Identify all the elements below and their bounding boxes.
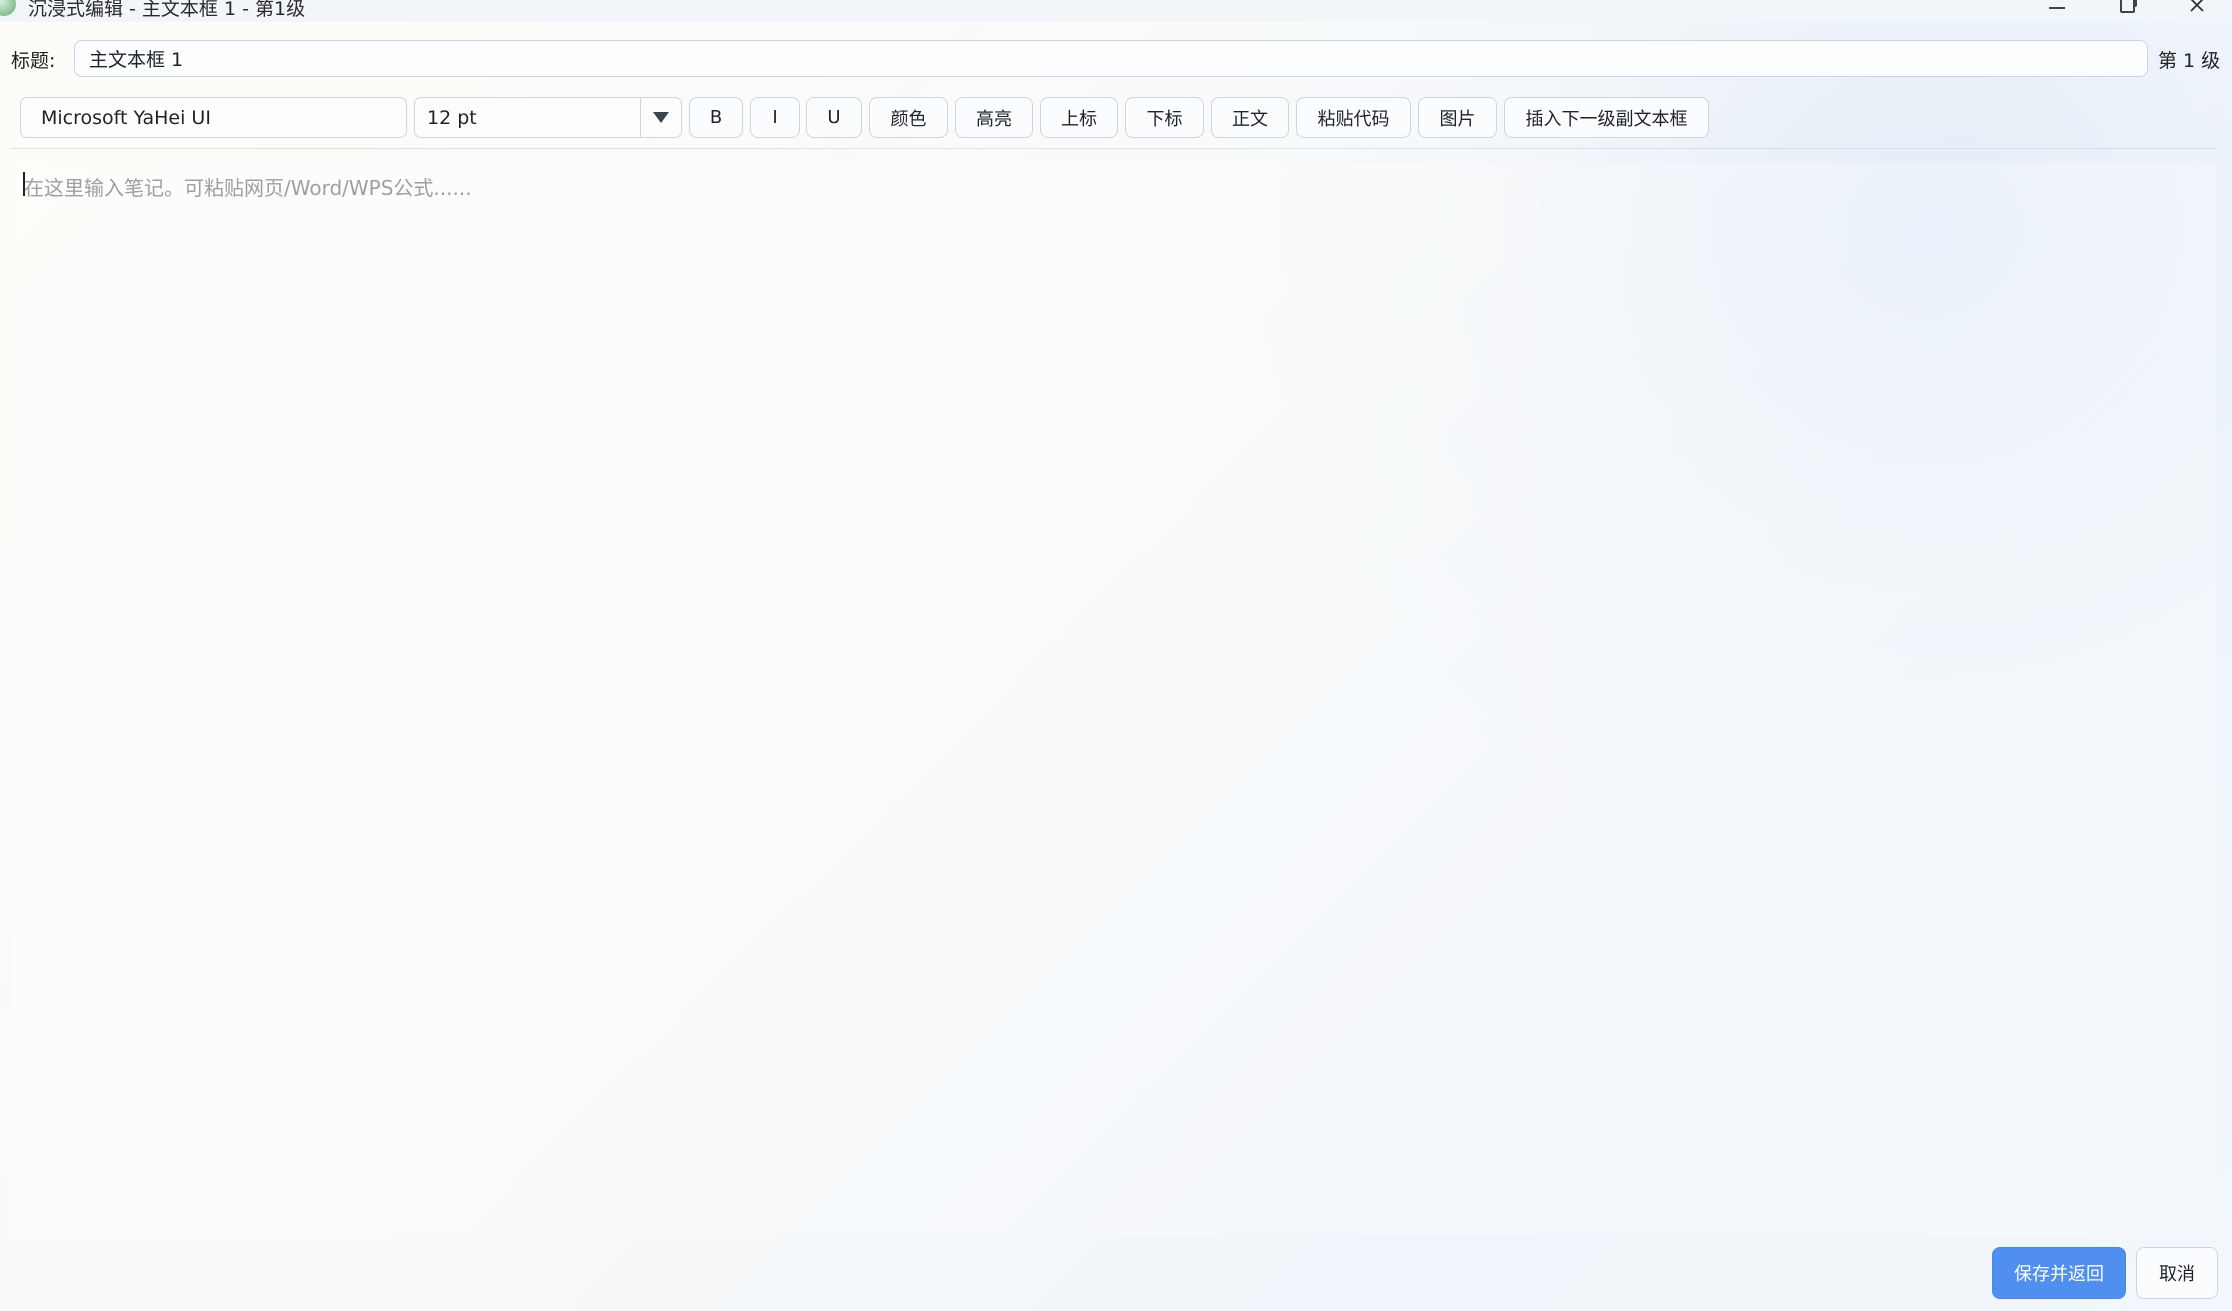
font-size-combo[interactable]: 12 pt (414, 97, 682, 138)
font-size-dropdown-button[interactable] (640, 98, 681, 137)
bold-button[interactable]: B (689, 97, 743, 138)
cancel-button[interactable]: 取消 (2136, 1247, 2218, 1299)
color-button[interactable]: 颜色 (869, 97, 948, 138)
minimize-icon (2049, 7, 2065, 9)
highlight-button[interactable]: 高亮 (955, 97, 1033, 138)
image-button[interactable]: 图片 (1418, 97, 1497, 138)
level-label: 第 1 级 (2158, 50, 2221, 72)
editor-placeholder: 在这里输入笔记。可粘贴网页/Word/WPS公式...... (24, 176, 472, 200)
title-bar: 沉浸式编辑 - 主文本框 1 - 第1级 (0, 0, 2232, 22)
font-family-value: Microsoft YaHei UI (41, 106, 211, 129)
save-and-return-button[interactable]: 保存并返回 (1992, 1247, 2126, 1299)
close-button[interactable] (2177, 0, 2217, 16)
chevron-down-icon (653, 112, 669, 123)
paste-code-button[interactable]: 粘贴代码 (1296, 97, 1411, 138)
superscript-button[interactable]: 上标 (1040, 97, 1118, 138)
window-title: 沉浸式编辑 - 主文本框 1 - 第1级 (28, 0, 306, 20)
close-icon (2190, 0, 2204, 12)
title-input[interactable] (74, 40, 2148, 77)
font-family-select[interactable]: Microsoft YaHei UI (20, 97, 407, 138)
normal-text-button[interactable]: 正文 (1211, 97, 1289, 138)
restore-icon (2119, 0, 2137, 13)
toolbar-divider (11, 148, 2216, 149)
note-editor[interactable] (11, 162, 2216, 1234)
insert-child-textbox-button[interactable]: 插入下一级副文本框 (1504, 97, 1709, 138)
subscript-button[interactable]: 下标 (1125, 97, 1204, 138)
italic-button[interactable]: I (750, 97, 800, 138)
title-label: 标题: (11, 50, 56, 72)
minimize-button[interactable] (2037, 0, 2077, 16)
underline-button[interactable]: U (806, 97, 862, 138)
app-icon (0, 0, 16, 16)
font-size-value[interactable]: 12 pt (415, 107, 640, 129)
maximize-button[interactable] (2107, 0, 2147, 16)
